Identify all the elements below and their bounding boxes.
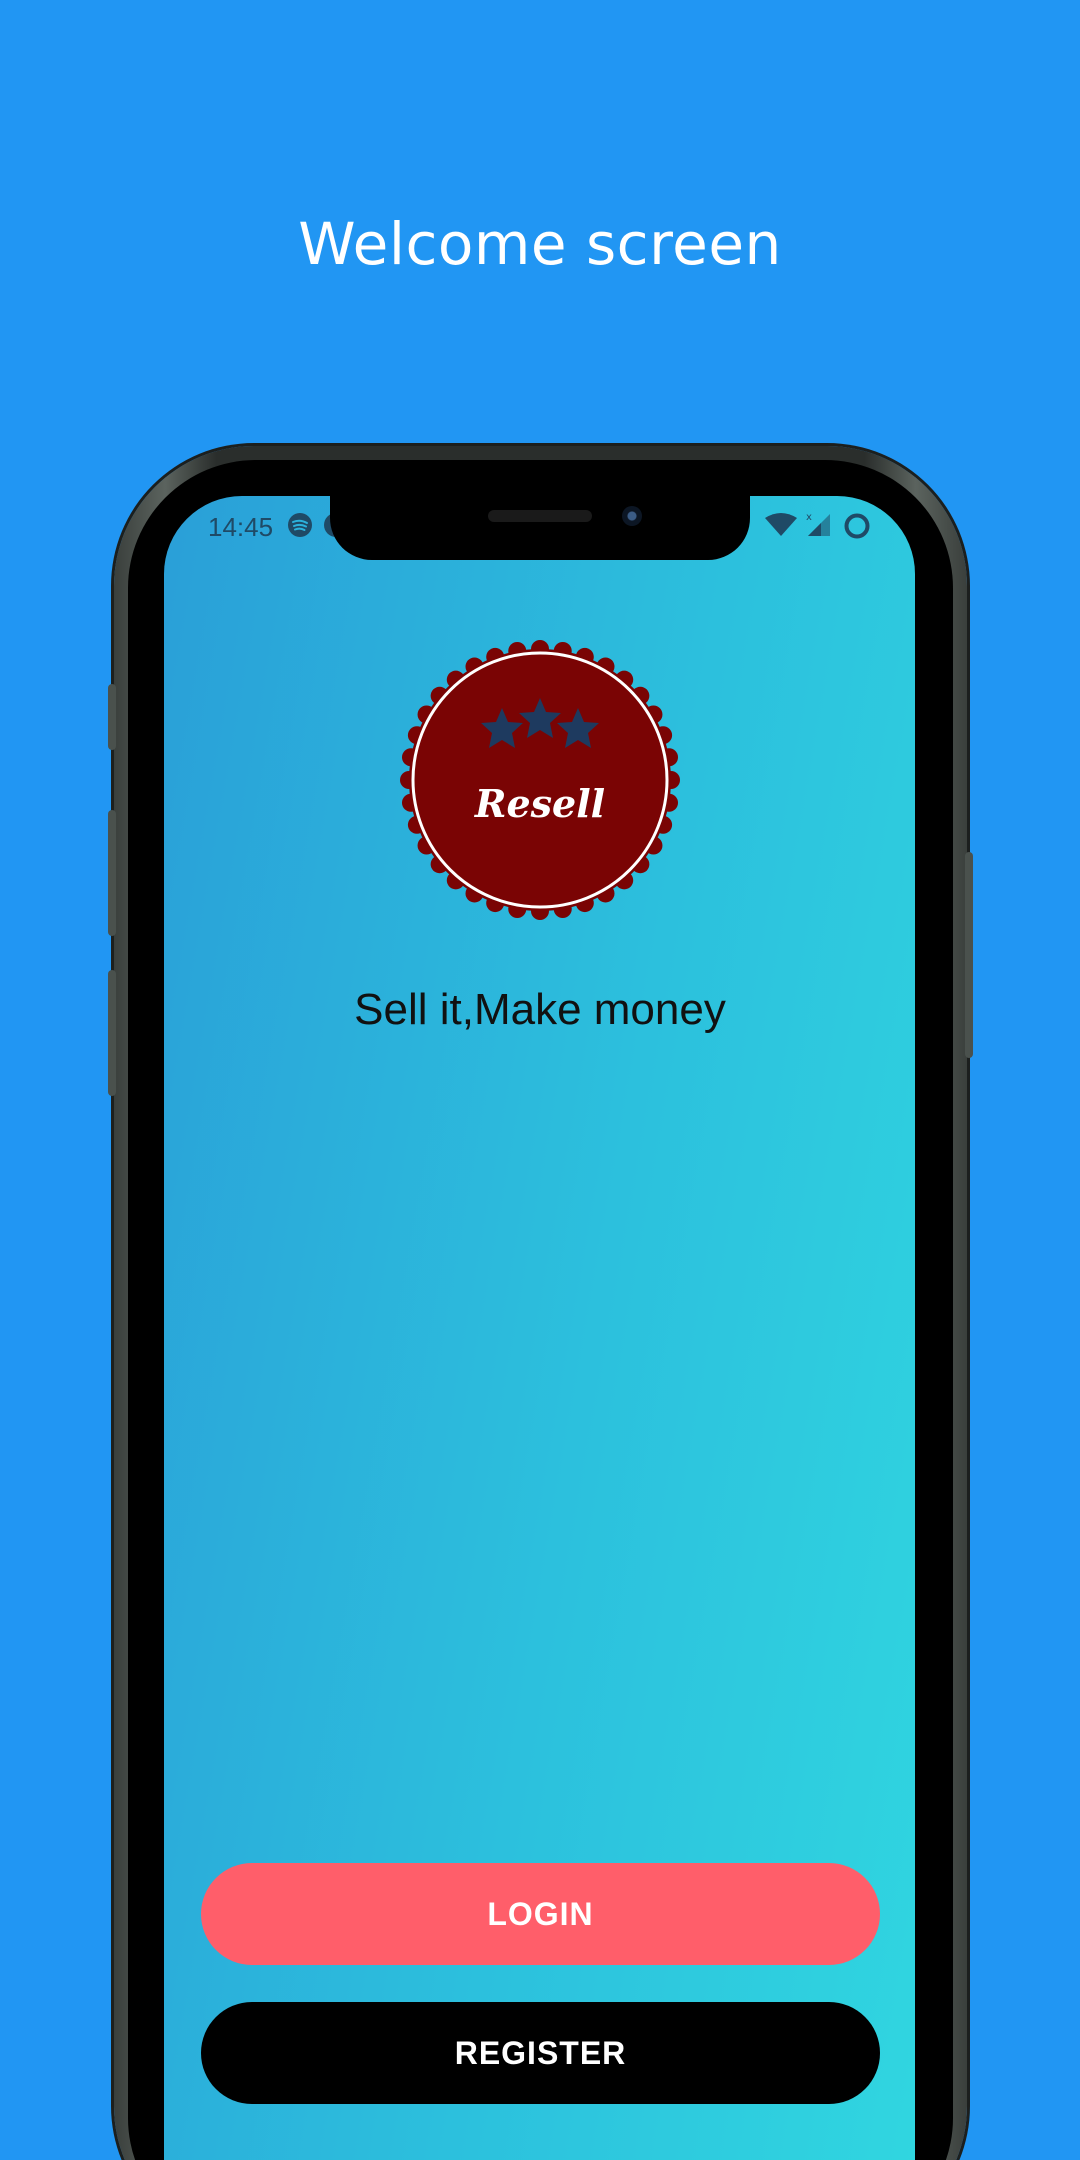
spotify-icon (288, 513, 312, 537)
volume-up-button (108, 810, 116, 936)
speaker (488, 510, 592, 522)
page-title: Welcome screen (298, 210, 782, 278)
tagline: Sell it,Make money (354, 985, 726, 1034)
logo-text: Resell (474, 781, 605, 826)
mute-switch (108, 684, 116, 750)
status-time: 14:45 (208, 512, 274, 542)
svg-text:x: x (806, 512, 812, 523)
battery-loading-icon (844, 513, 870, 539)
signal-icon: x (806, 512, 830, 536)
wifi-icon (765, 513, 797, 536)
register-button[interactable]: REGISTER (201, 2002, 880, 2104)
login-button[interactable]: LOGIN (201, 1863, 880, 1965)
front-camera (622, 506, 642, 526)
notch (330, 490, 750, 560)
resell-logo: Resell (400, 640, 680, 920)
